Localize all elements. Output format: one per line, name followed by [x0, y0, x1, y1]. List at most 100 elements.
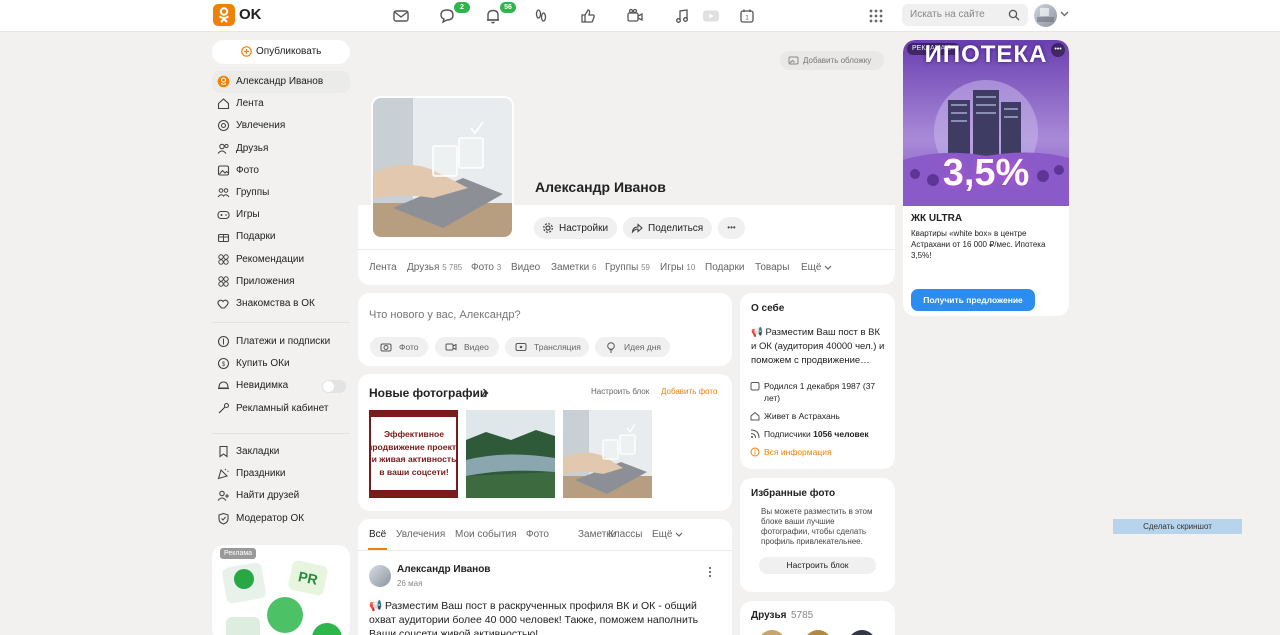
profile-tab-8[interactable]: Товары	[755, 262, 789, 273]
notifications-bell-icon[interactable]	[484, 7, 502, 25]
feed-tab-0[interactable]: Всё	[369, 529, 386, 540]
promo-line: продвижение проекта	[369, 441, 458, 452]
friend-avatar[interactable]	[804, 630, 832, 635]
composer-button-label: Видео	[464, 342, 489, 352]
sidebar-item-dating[interactable]: Знакомства в ОК	[212, 293, 350, 315]
sidebar-item-home[interactable]: Лента	[212, 93, 350, 115]
sidebar-item-holiday[interactable]: Праздники	[212, 463, 350, 485]
take-screenshot-button[interactable]: Сделать скриншот	[1113, 519, 1242, 534]
house-icon	[750, 411, 760, 421]
post-author-avatar[interactable]	[369, 565, 391, 587]
sidebar-item-photo[interactable]: Фото	[212, 160, 350, 182]
calendar-icon[interactable]: 1	[738, 7, 756, 25]
profile-tab-2[interactable]: Фото 3	[471, 262, 501, 273]
video-play-icon[interactable]	[702, 7, 720, 25]
sidebar-item-label: Платежи и подписки	[236, 336, 331, 347]
sidebar-item-profile[interactable]: Александр Иванов	[212, 71, 350, 93]
composer-button-label: Идея дня	[624, 342, 662, 352]
person-icon	[234, 569, 254, 589]
profile-tab-0[interactable]: Лента	[369, 262, 397, 273]
photo-thumbnail-landscape[interactable]	[466, 410, 555, 498]
messages-icon[interactable]	[438, 7, 456, 25]
profile-tab-4[interactable]: Заметки 6	[551, 262, 596, 273]
profile-tab-7[interactable]: Подарки	[705, 262, 744, 273]
user-avatar[interactable]	[1034, 4, 1057, 27]
chevron-right-icon[interactable]	[482, 388, 489, 398]
friend-avatar[interactable]	[848, 630, 876, 635]
sidebar-item-bookmark[interactable]: Закладки	[212, 441, 350, 463]
feed-tab-2[interactable]: Мои события	[455, 529, 517, 540]
feed-card: Всё Увлечения Мои события Фото Заметки Классы…	[358, 519, 732, 635]
pr-sticker: PR	[287, 559, 329, 597]
search-icon[interactable]	[1008, 9, 1020, 21]
ok-logo-icon[interactable]	[213, 4, 235, 26]
feed-tab-label: Ещё	[652, 529, 673, 540]
about-subscribers[interactable]: Подписчики 1056 человек	[764, 429, 869, 439]
feed-tab-6[interactable]: Ещё	[652, 529, 683, 540]
sidebar-item-friends[interactable]: Друзья	[212, 138, 350, 160]
tab-label: Ещё	[801, 262, 822, 273]
sidebar-item-payments[interactable]: Платежи и подписки	[212, 331, 350, 353]
publish-button[interactable]: Опубликовать	[212, 40, 350, 64]
profile-tab-3[interactable]: Видео	[511, 262, 540, 273]
calendar-small-icon	[750, 381, 760, 391]
composer-input[interactable]: Что нового у вас, Александр?	[369, 309, 521, 321]
profile-tab-6[interactable]: Игры 10	[660, 262, 695, 273]
sidebar-item-games[interactable]: Игры	[212, 204, 350, 226]
feed-tab-5[interactable]: Классы	[608, 529, 642, 540]
ad-rate: 3,5%	[942, 152, 1030, 194]
profile-tab-9[interactable]: Ещё	[801, 262, 832, 273]
friend-avatar[interactable]	[758, 630, 786, 635]
guests-footprints-icon[interactable]	[532, 7, 550, 25]
settings-button[interactable]: Настройки	[534, 217, 617, 239]
photo-icon	[217, 164, 230, 177]
sidebar-item-groups[interactable]: Группы	[212, 182, 350, 204]
configure-featured-button[interactable]: Настроить блок	[759, 557, 876, 574]
composer-button-0[interactable]: Фото	[370, 337, 428, 357]
sidebar-item-moderator[interactable]: Модератор ОК	[212, 508, 350, 530]
composer-button-2[interactable]: Трансляция	[505, 337, 589, 357]
sidebar-item-ads-cabinet[interactable]: Рекламный кабинет	[212, 398, 350, 420]
sidebar-item-hobby[interactable]: Увлечения	[212, 115, 350, 137]
sidebar-item-label: Александр Иванов	[236, 76, 324, 87]
add-cover-button[interactable]: Добавить обложку	[780, 51, 884, 70]
photo-thumbnail-laptop[interactable]	[563, 410, 652, 498]
composer-button-1[interactable]: Видео	[435, 337, 499, 357]
music-note-icon[interactable]	[673, 7, 691, 25]
right-ad-banner[interactable]: РЕКЛАМА 8+ ••• ИПОТЕКА 3,5% ЖК ULTRA Ква…	[903, 40, 1069, 316]
profile-tab-1[interactable]: Друзья 5 785	[407, 262, 462, 273]
video-camera-icon[interactable]	[626, 7, 644, 25]
apps-grid-icon[interactable]	[867, 7, 885, 25]
get-offer-button[interactable]: Получить предложение	[911, 289, 1035, 311]
post-author[interactable]: Александр Иванов	[397, 564, 490, 575]
ad-title[interactable]: ЖК ULTRA	[911, 213, 962, 224]
sidebar-item-recommend[interactable]: Рекомендации	[212, 249, 350, 271]
search-input[interactable]: Искать на сайте	[902, 4, 1028, 26]
add-photo-link[interactable]: Добавить фото	[661, 387, 717, 396]
sidebar-item-find-friends[interactable]: Найти друзей	[212, 485, 350, 507]
sidebar-item-gift[interactable]: Подарки	[212, 226, 350, 248]
sidebar-ad-banner[interactable]: Реклама PR	[212, 545, 350, 635]
share-button[interactable]: Поделиться	[623, 217, 712, 239]
menu-divider	[212, 433, 350, 434]
composer-button-3[interactable]: Идея дня	[595, 337, 670, 357]
invisible-toggle[interactable]	[322, 380, 346, 393]
likes-icon[interactable]	[579, 7, 597, 25]
messages-envelope-icon[interactable]	[392, 7, 410, 25]
new-photos-title[interactable]: Новые фотографии	[369, 386, 487, 400]
post-menu-icon[interactable]	[708, 566, 712, 578]
feed-tab-1[interactable]: Увлечения	[396, 529, 445, 540]
more-options-button[interactable]: •••	[718, 217, 745, 239]
logo-text[interactable]: OK	[239, 6, 262, 23]
photo-thumbnail-promo[interactable]: Эффективное продвижение проекта и живая ак…	[369, 410, 458, 498]
sidebar-item-coin[interactable]: $ Купить ОКи	[212, 353, 350, 375]
profile-tab-5[interactable]: Группы 59	[605, 262, 650, 273]
chevron-down-icon[interactable]	[1060, 11, 1069, 17]
feed-tab-3[interactable]: Фото	[526, 529, 549, 540]
profile-photo[interactable]	[373, 98, 512, 237]
sidebar-item-apps[interactable]: Приложения	[212, 271, 350, 293]
post-date[interactable]: 26 мая	[397, 579, 422, 588]
friends-title[interactable]: Друзья	[751, 610, 786, 621]
configure-block-link[interactable]: Настроить блок	[591, 387, 649, 396]
all-info-link[interactable]: Вся информация	[764, 447, 832, 457]
